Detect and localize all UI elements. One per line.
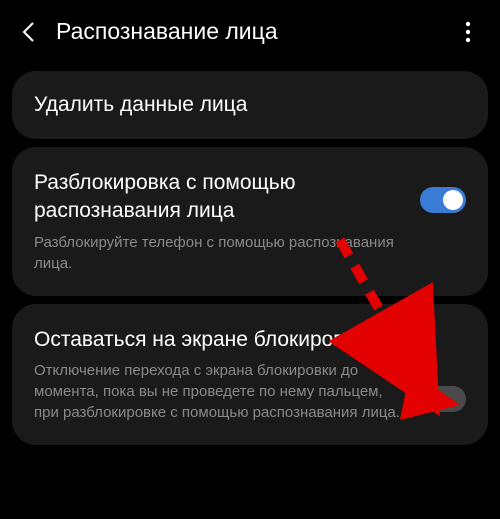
setting-text: Разблокировка с помощью распознавания ли… [34, 169, 404, 274]
face-unlock-toggle[interactable] [420, 187, 466, 213]
setting-row: Разблокировка с помощью распознавания ли… [34, 169, 466, 274]
setting-text: Оставаться на экране блокировки Отключен… [34, 326, 404, 423]
setting-row: Оставаться на экране блокировки Отключен… [34, 326, 466, 423]
face-unlock-desc: Разблокируйте телефон с помощью распозна… [34, 232, 404, 274]
header-left: Распознавание лица [16, 18, 278, 45]
face-unlock-card[interactable]: Разблокировка с помощью распознавания ли… [12, 147, 488, 296]
delete-face-data-card[interactable]: Удалить данные лица [12, 71, 488, 139]
stay-on-lockscreen-card[interactable]: Оставаться на экране блокировки Отключен… [12, 304, 488, 445]
stay-on-lockscreen-title: Оставаться на экране блокировки [34, 326, 404, 354]
delete-face-data-label: Удалить данные лица [34, 93, 466, 117]
toggle-knob [443, 190, 463, 210]
stay-on-lockscreen-desc: Отключение перехода с экрана блокировки … [34, 360, 404, 423]
face-unlock-title: Разблокировка с помощью распознавания ли… [34, 169, 404, 226]
page-title: Распознавание лица [56, 18, 278, 45]
stay-on-lockscreen-toggle[interactable] [420, 386, 466, 412]
toggle-knob [423, 389, 443, 409]
more-icon[interactable] [456, 20, 480, 44]
header: Распознавание лица [0, 0, 500, 63]
back-icon[interactable] [16, 20, 40, 44]
